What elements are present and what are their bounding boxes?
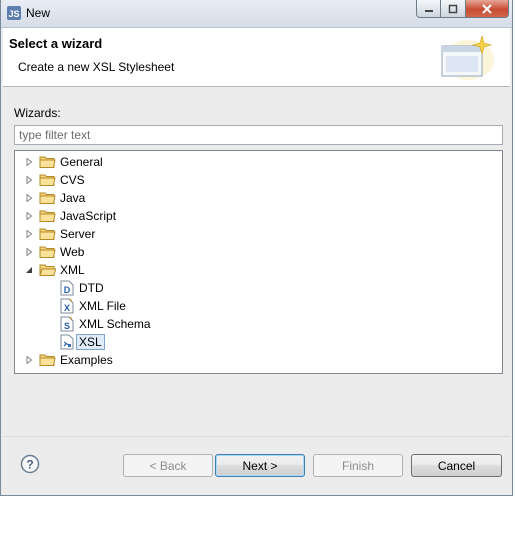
window-title: New (26, 6, 51, 20)
expand-arrow-icon[interactable] (25, 356, 33, 364)
tree-item-label: XSL (76, 334, 105, 350)
tree-item-label: JavaScript (60, 209, 117, 223)
expand-arrow-icon[interactable] (25, 230, 33, 238)
tree-item-xsl[interactable]: XSL (60, 333, 105, 351)
tree-item-label: General (60, 155, 103, 169)
minimize-icon (424, 9, 433, 12)
next-button[interactable]: Next > (215, 454, 305, 477)
tree-item-web[interactable]: Web (23, 243, 84, 261)
wizards-label: Wizards: (14, 106, 61, 120)
folder-icon (39, 246, 56, 258)
tree-item-cvs[interactable]: CVS (23, 171, 85, 189)
window-controls (416, 0, 509, 19)
folder-icon (39, 192, 56, 204)
dtd-file-icon: D (60, 280, 74, 296)
expand-arrow-icon[interactable] (25, 158, 33, 166)
tree-item-xml[interactable]: XML (23, 261, 85, 279)
cancel-button[interactable]: Cancel (411, 454, 502, 477)
xsl-file-icon (60, 334, 74, 350)
svg-text:X: X (64, 303, 70, 313)
new-wizard-banner-icon (441, 34, 494, 80)
new-wizard-dialog: JS New Select a wizard Create a new XSL … (0, 0, 513, 496)
maximize-button[interactable] (441, 0, 466, 18)
svg-text:?: ? (26, 458, 33, 472)
tree-item-general[interactable]: General (23, 153, 103, 171)
folder-icon (39, 354, 56, 366)
svg-text:D: D (64, 285, 71, 295)
header-title: Select a wizard (9, 36, 103, 51)
close-button[interactable] (466, 0, 509, 18)
expand-arrow-icon[interactable] (25, 212, 33, 220)
tree-item-examples[interactable]: Examples (23, 351, 113, 369)
svg-text:JS: JS (8, 9, 19, 19)
tree-item-label: Java (60, 191, 86, 205)
tree-item-label: Server (60, 227, 96, 241)
tree-item-label: Web (60, 245, 85, 259)
folder-open-icon (39, 264, 56, 276)
filter-input[interactable] (14, 125, 503, 145)
tree-item-label: Examples (60, 353, 113, 367)
xml-file-icon: X (60, 298, 74, 314)
minimize-button[interactable] (416, 0, 441, 18)
folder-icon (39, 156, 56, 168)
tree-item-label: XML File (79, 299, 126, 313)
expand-arrow-icon[interactable] (25, 176, 33, 184)
back-button[interactable]: < Back (123, 454, 213, 477)
close-icon (482, 3, 492, 14)
tree-item-dtd[interactable]: D DTD (60, 279, 104, 297)
maximize-icon (448, 4, 458, 13)
schema-file-icon: S (60, 316, 74, 332)
tree-item-label: CVS (60, 173, 85, 187)
finish-button[interactable]: Finish (313, 454, 403, 477)
expand-arrow-icon[interactable] (25, 194, 33, 202)
folder-icon (39, 228, 56, 240)
tree-item-server[interactable]: Server (23, 225, 95, 243)
header-subtitle: Create a new XSL Stylesheet (18, 60, 175, 74)
tree-item-java[interactable]: Java (23, 189, 85, 207)
wizards-label-text: Wizards: (14, 106, 61, 120)
tree-item-xml-schema[interactable]: S XML Schema (60, 315, 151, 333)
help-icon[interactable]: ? (20, 454, 40, 474)
tree-item-label: XML (60, 263, 85, 277)
title-bar[interactable]: JS New (1, 0, 512, 28)
eclipse-js-icon: JS (7, 6, 21, 20)
tree-item-javascript[interactable]: JavaScript (23, 207, 116, 225)
tree-item-label: DTD (79, 281, 104, 295)
folder-icon (39, 210, 56, 222)
wizard-tree[interactable]: General CVS Java JavaScript Server Web X… (14, 150, 503, 374)
footer-divider (3, 436, 510, 437)
svg-text:S: S (64, 321, 70, 331)
collapse-arrow-icon[interactable] (25, 266, 33, 274)
tree-item-xml-file[interactable]: X XML File (60, 297, 126, 315)
tree-item-label: XML Schema (79, 317, 151, 331)
expand-arrow-icon[interactable] (25, 248, 33, 256)
folder-icon (39, 174, 56, 186)
wizard-header: Select a wizard Create a new XSL Stylesh… (3, 28, 510, 87)
